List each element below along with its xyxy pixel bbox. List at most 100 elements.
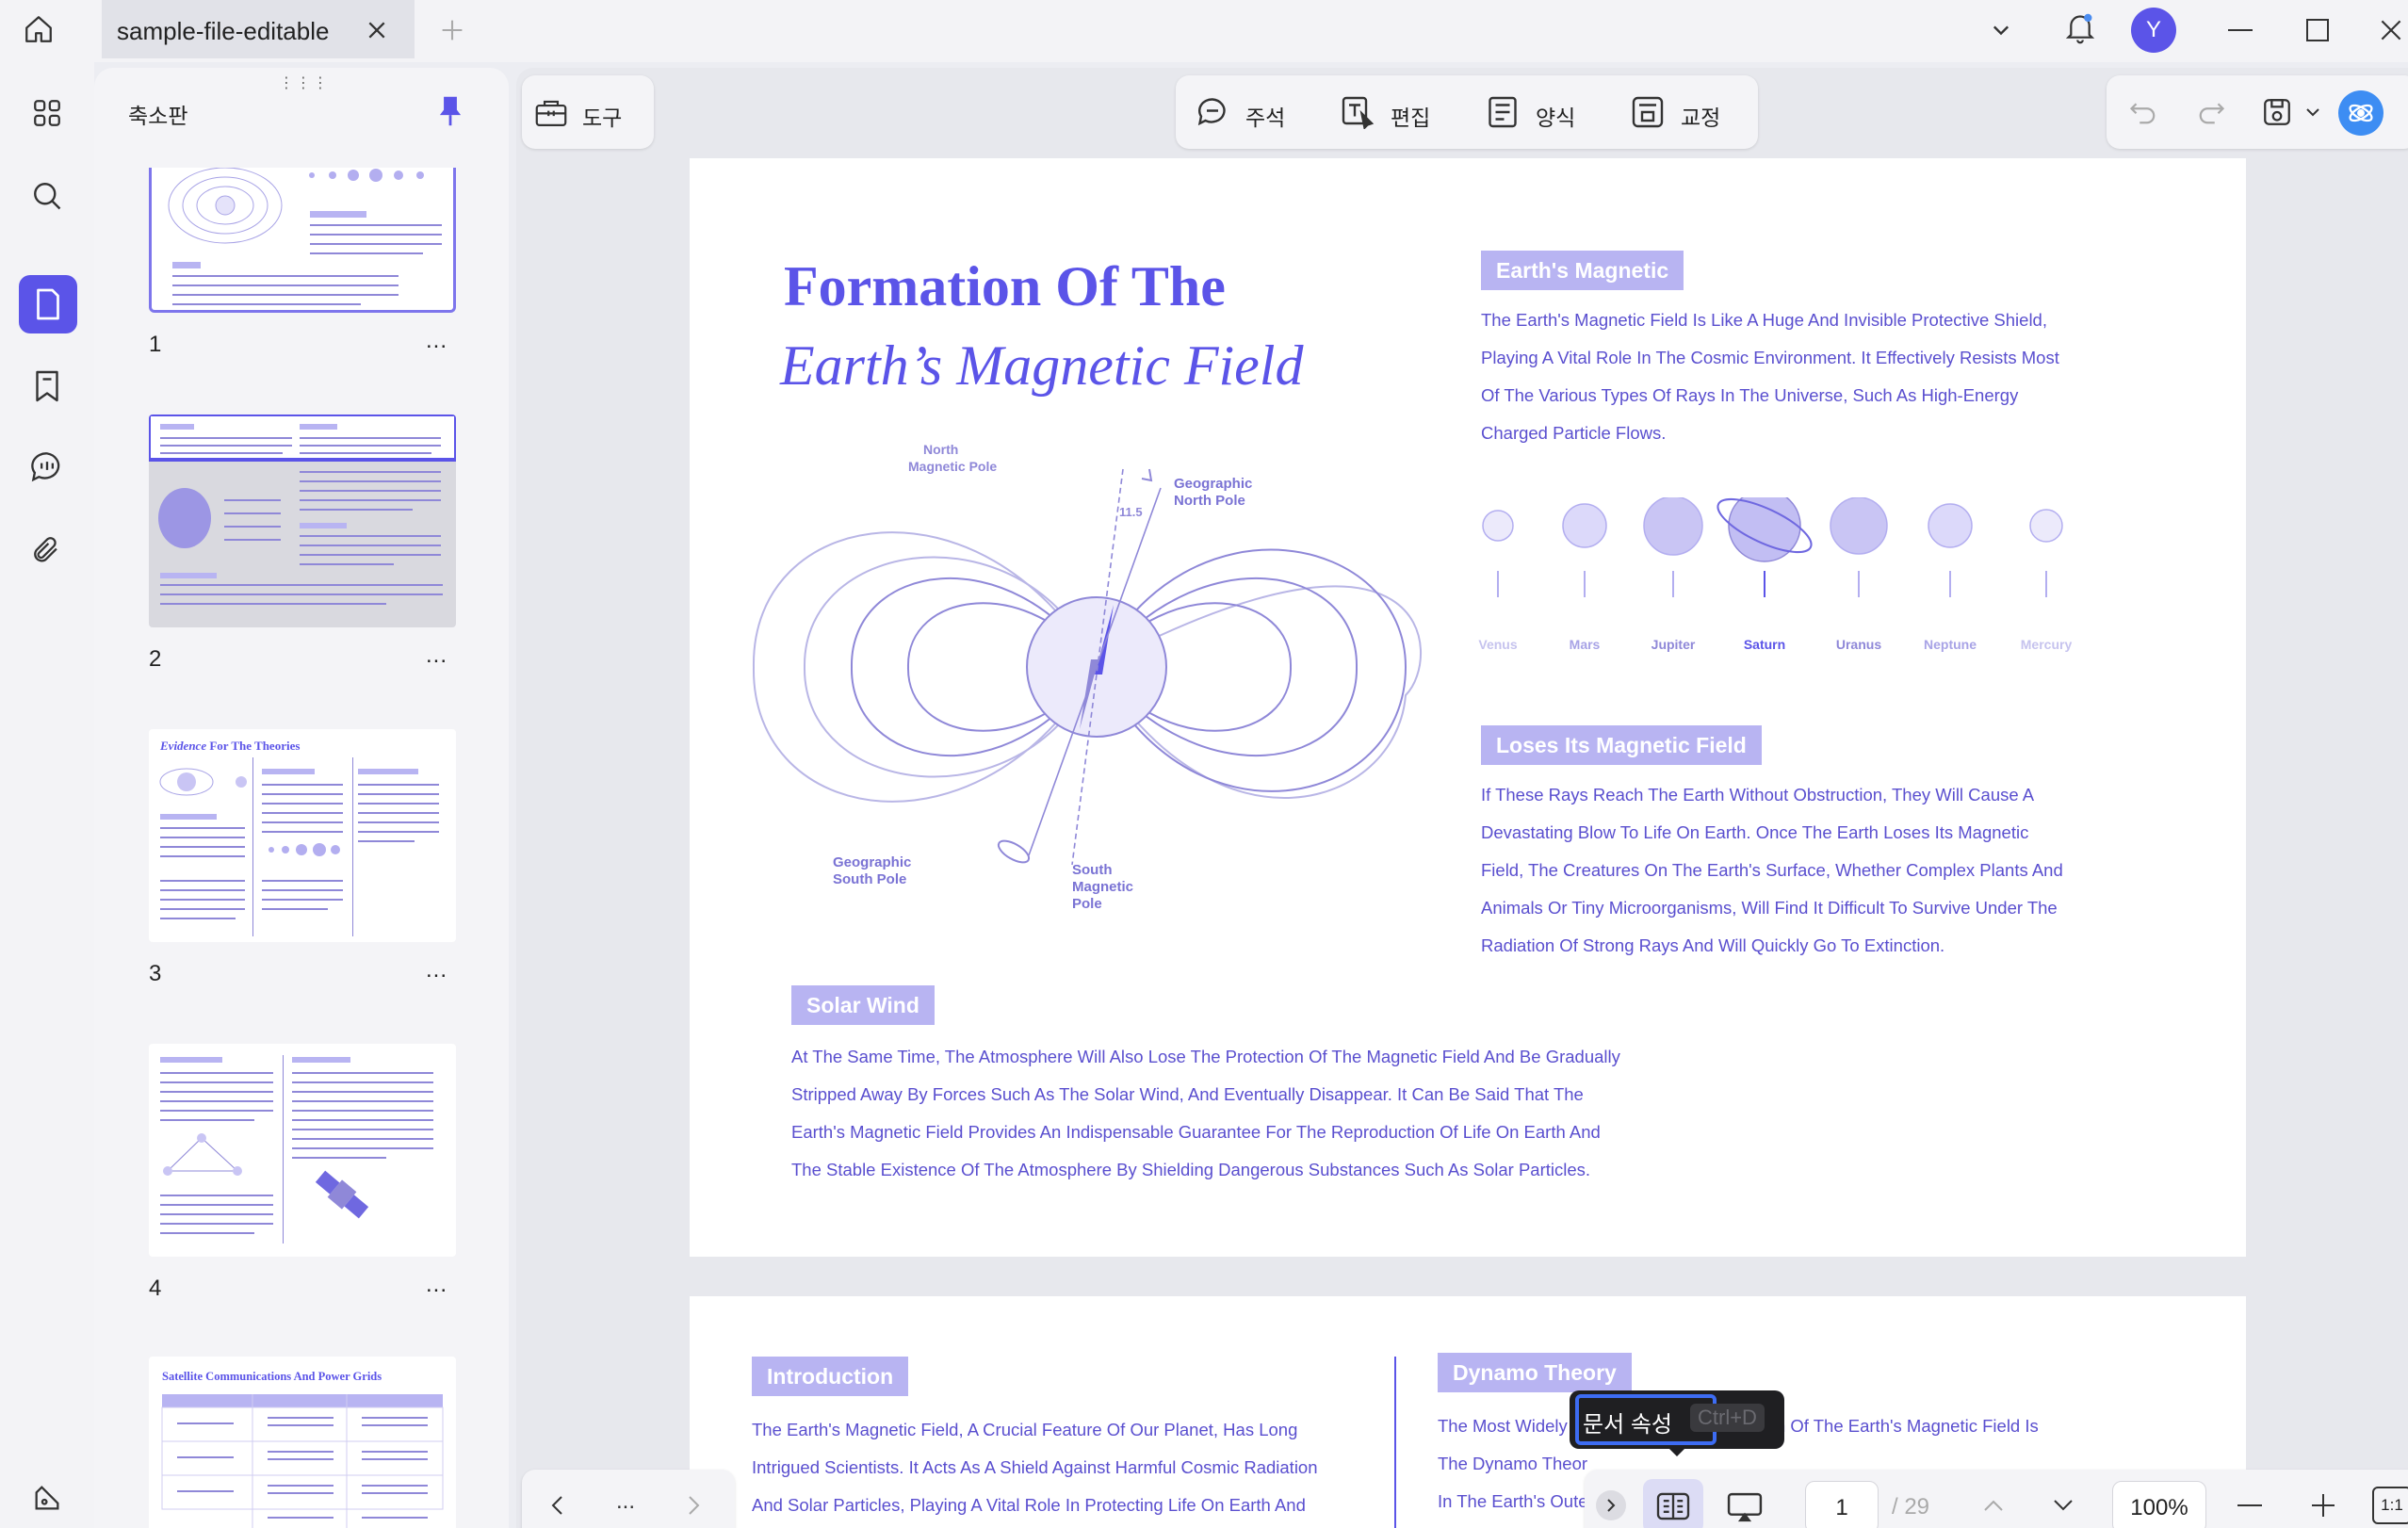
thumbnail-2-preview	[149, 415, 456, 605]
solar-wind-paragraph: At The Same Time, The Atmosphere Will Al…	[791, 1038, 1620, 1189]
actual-size-button[interactable]: 1:1	[2372, 1487, 2408, 1524]
previous-page-icon[interactable]	[1975, 1487, 2012, 1524]
text-line: If These Rays Reach The Earth Without Ob…	[1481, 785, 2035, 805]
text-line: At The Same Time, The Atmosphere Will Al…	[791, 1047, 1620, 1066]
save-dropdown-icon[interactable]	[2301, 100, 2325, 124]
apps-grid-icon[interactable]	[24, 90, 70, 136]
dynamo-theory-heading: Dynamo Theory	[1438, 1353, 1632, 1392]
maximize-icon[interactable]	[2301, 13, 2335, 47]
column-divider	[1394, 1357, 1396, 1528]
minimize-icon[interactable]	[2223, 13, 2257, 47]
text-line: Charged Particle Flows.	[1481, 423, 1667, 443]
zoom-in-icon[interactable]	[2304, 1487, 2342, 1524]
text-line: The Dynamo Theor	[1438, 1454, 1588, 1473]
page-3-more-button[interactable]: ...	[426, 957, 447, 983]
proofread-label: 교정	[1681, 106, 1721, 130]
document-properties-icon[interactable]	[1643, 1479, 1703, 1528]
new-tab-icon[interactable]	[435, 13, 469, 47]
page-nav-bar: 1 / 29 100% 1:1	[1585, 1470, 2408, 1528]
search-icon[interactable]	[24, 173, 70, 219]
page-number-4: 4	[149, 1276, 162, 1301]
label-geo-south-1: Geographic	[833, 854, 911, 870]
thumbnails-icon[interactable]	[19, 275, 77, 333]
label-south-magnetic-1: South	[1072, 862, 1113, 878]
text-line: And Solar Particles, Playing A Vital Rol…	[752, 1495, 1306, 1515]
presentation-icon[interactable]	[1718, 1485, 1771, 1528]
tooltip-shortcut: Ctrl+D	[1690, 1404, 1765, 1432]
total-pages: / 29	[1892, 1494, 1930, 1520]
label-north-magnetic-1: North	[923, 442, 958, 457]
page-thumbnail-1[interactable]	[149, 168, 456, 313]
close-window-icon[interactable]	[2374, 13, 2408, 47]
right-toolbar	[2107, 75, 2408, 149]
resize-grip-icon[interactable]: ⋮⋮⋮	[279, 73, 330, 92]
more-options-button[interactable]: ...	[607, 1483, 644, 1520]
edit-button[interactable]: 편집	[1338, 85, 1470, 139]
thumbnail-3-preview	[159, 757, 439, 936]
zoom-out-icon[interactable]	[2231, 1487, 2269, 1524]
solar-wind-heading: Solar Wind	[791, 985, 935, 1025]
comments-icon[interactable]	[24, 445, 70, 490]
pin-icon[interactable]	[430, 90, 471, 132]
form-button[interactable]: 양식	[1483, 85, 1615, 139]
home-icon[interactable]	[15, 6, 62, 53]
planet-label-mercury: Mercury	[2020, 637, 2073, 652]
toolbox-icon	[531, 92, 571, 132]
label-angle: 11.5	[1119, 505, 1143, 519]
introduction-paragraph: The Earth's Magnetic Field, A Crucial Fe…	[752, 1411, 1318, 1524]
title-bar: sample-file-editable Y	[0, 0, 2408, 62]
planet-label-neptune: Neptune	[1924, 637, 1977, 652]
text-line: Stripped Away By Forces Such As The Sola…	[791, 1084, 1584, 1104]
label-geo-south-2: South Pole	[833, 871, 906, 887]
save-icon[interactable]	[2257, 92, 2297, 132]
proofread-icon	[1628, 92, 1668, 132]
zoom-input[interactable]: 100%	[2112, 1481, 2206, 1528]
notification-bell-icon[interactable]	[2059, 8, 2101, 49]
redo-icon[interactable]	[2191, 92, 2231, 132]
bookmark-icon[interactable]	[24, 364, 70, 409]
earth-magnetic-paragraph: The Earth's Magnetic Field Is Like A Hug…	[1481, 301, 2059, 452]
tools-button[interactable]: 도구	[522, 75, 654, 149]
tooltip-label: 문서 속성	[1583, 1412, 1672, 1438]
panel-title: 축소판	[128, 104, 188, 128]
user-avatar[interactable]: Y	[2131, 8, 2176, 53]
label-geo-north-1: Geographic	[1174, 476, 1252, 492]
theme-icon[interactable]	[24, 1475, 70, 1520]
current-page: 1	[1835, 1495, 1848, 1520]
label-north-magnetic-2: Magnetic Pole	[908, 459, 997, 474]
label-geo-north-2: North Pole	[1174, 493, 1245, 509]
edit-text-icon	[1338, 92, 1377, 132]
page-thumbnail-2[interactable]	[149, 415, 456, 627]
page-number-input[interactable]: 1	[1805, 1481, 1879, 1528]
text-line: Playing A Vital Role In The Cosmic Envir…	[1481, 348, 2059, 367]
expand-arrow-icon[interactable]	[1596, 1490, 1626, 1520]
expand-right-icon[interactable]	[675, 1487, 712, 1524]
proofread-button[interactable]: 교정	[1628, 85, 1760, 139]
next-page-icon[interactable]	[2044, 1487, 2082, 1524]
planet-label-jupiter: Jupiter	[1651, 637, 1696, 652]
page-number-1: 1	[149, 332, 162, 357]
document-page-1: Formation Of The Earth’s Magnetic Field	[690, 158, 2246, 1257]
text-line: Radiation Of Strong Rays And Will Quickl…	[1481, 935, 1945, 955]
page-thumbnail-3[interactable]: Evidence For The Theories	[149, 729, 456, 942]
attachment-icon[interactable]	[24, 528, 70, 573]
page-1-more-button[interactable]: ...	[426, 328, 447, 354]
page-nav-left: ...	[522, 1470, 735, 1528]
ai-assistant-icon[interactable]	[2338, 90, 2384, 136]
comment-icon	[1193, 92, 1232, 132]
page-thumbnail-4[interactable]	[149, 1044, 456, 1257]
text-line: Animals Or Tiny Microorganisms, Will Fin…	[1481, 898, 2058, 918]
page-2-more-button[interactable]: ...	[426, 642, 447, 669]
form-icon	[1483, 92, 1522, 132]
close-tab-icon[interactable]	[360, 13, 394, 47]
chevron-down-icon[interactable]	[1984, 13, 2018, 47]
page-thumbnail-5[interactable]: Satellite Communications And Power Grids	[149, 1357, 456, 1528]
annotate-button[interactable]: 주석	[1193, 85, 1325, 139]
text-line: Intrigued Scientists. It Acts As A Shiel…	[752, 1457, 1318, 1477]
text-line: The Stable Existence Of The Atmosphere B…	[791, 1160, 1591, 1179]
page-4-more-button[interactable]: ...	[426, 1272, 447, 1298]
planet-label-mars: Mars	[1569, 637, 1601, 652]
undo-icon[interactable]	[2123, 92, 2163, 132]
document-viewer[interactable]: Formation Of The Earth’s Magnetic Field	[516, 68, 2408, 1528]
collapse-left-icon[interactable]	[539, 1487, 577, 1524]
